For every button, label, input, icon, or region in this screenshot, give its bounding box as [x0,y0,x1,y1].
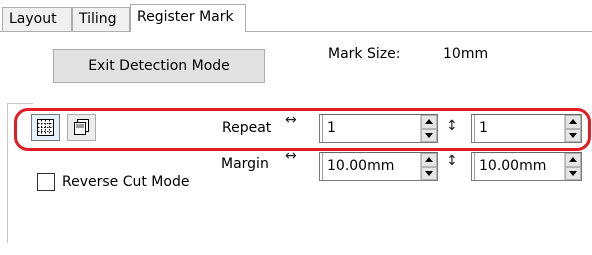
tab-tiling[interactable]: Tiling [72,7,130,31]
grid-layout-icon [37,119,54,136]
margin-vertical-spinbox[interactable]: 10.00mm [471,152,582,181]
repeat-horizontal-spinbox[interactable]: 1 [319,114,438,143]
margin-label: Margin [221,156,269,172]
grid-layout-button[interactable] [31,114,60,141]
margin-horizontal-spinbox[interactable]: 10.00mm [319,152,438,181]
vertical-arrow-icon: ↕ [446,118,458,134]
margin-horizontal-value[interactable]: 10.00mm [322,153,420,180]
horizontal-arrow-icon: ↔ [285,112,297,128]
margin-vertical-down-button[interactable] [565,166,581,180]
tab-strip: Layout Tiling Register Mark [0,0,592,32]
spin-down-icon [569,132,577,138]
repeat-horizontal-value[interactable]: 1 [322,115,420,142]
reverse-cut-mode-checkbox[interactable] [37,173,55,191]
copy-layout-icon [74,119,89,135]
tab-layout[interactable]: Layout [2,7,72,31]
vertical-arrow-icon: ↕ [446,153,458,169]
margin-vertical-up-button[interactable] [565,153,581,167]
horizontal-arrow-icon: ↔ [285,148,297,164]
repeat-vertical-down-button[interactable] [565,128,581,142]
spin-up-icon [425,119,433,125]
margin-vertical-value[interactable]: 10.00mm [474,153,564,180]
tab-tiling-label: Tiling [79,11,117,27]
repeat-horizontal-up-button[interactable] [421,115,437,129]
margin-horizontal-arrows [420,153,437,180]
spin-up-icon [569,157,577,163]
repeat-horizontal-down-button[interactable] [421,128,437,142]
repeat-vertical-value[interactable]: 1 [474,115,564,142]
margin-horizontal-up-button[interactable] [421,153,437,167]
tab-register-mark-label: Register Mark [137,9,234,25]
repeat-horizontal-arrows [420,115,437,142]
spin-up-icon [569,119,577,125]
spin-up-icon [425,157,433,163]
margin-vertical-arrows [564,153,581,180]
repeat-label: Repeat [222,120,272,136]
repeat-vertical-arrows [564,115,581,142]
copy-layout-button[interactable] [67,114,96,141]
spin-down-icon [425,170,433,176]
margin-horizontal-down-button[interactable] [421,166,437,180]
tab-layout-label: Layout [9,11,57,27]
mark-size-label: Mark Size: [328,46,401,62]
group-frame [7,103,33,243]
repeat-vertical-up-button[interactable] [565,115,581,129]
mark-size-value: 10mm [443,46,489,62]
exit-detection-mode-label: Exit Detection Mode [88,58,230,74]
repeat-vertical-spinbox[interactable]: 1 [471,114,582,143]
reverse-cut-mode-label: Reverse Cut Mode [62,174,190,190]
exit-detection-mode-button[interactable]: Exit Detection Mode [53,49,265,83]
spin-down-icon [569,170,577,176]
tab-register-mark[interactable]: Register Mark [130,4,246,32]
spin-down-icon [425,132,433,138]
